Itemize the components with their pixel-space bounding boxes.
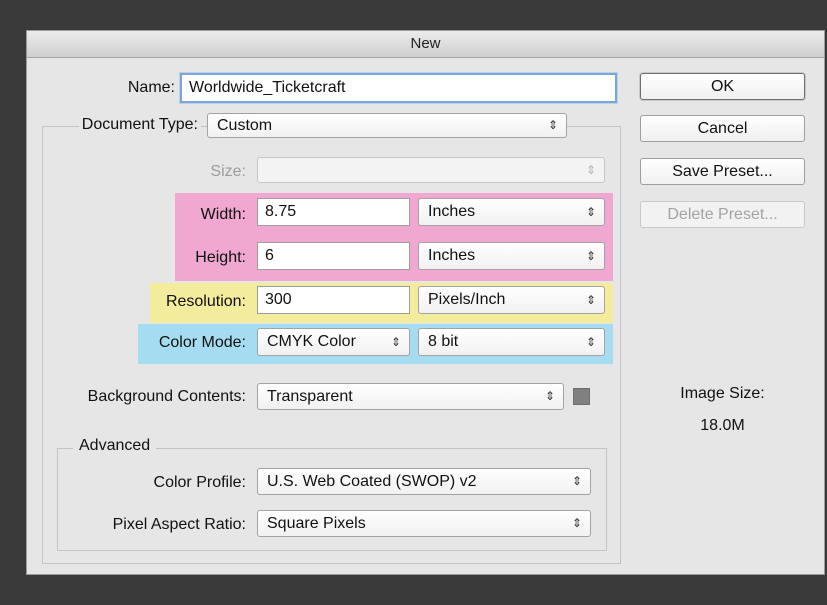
width-unit-value: Inches	[428, 203, 476, 220]
background-contents-label: Background Contents:	[87, 388, 246, 405]
save-preset-button[interactable]: Save Preset...	[640, 158, 805, 185]
resolution-input[interactable]: 300	[257, 286, 410, 314]
delete-preset-button: Delete Preset...	[640, 201, 805, 228]
dialog-title: New	[27, 31, 824, 58]
name-input[interactable]: Worldwide_Ticketcraft	[180, 73, 617, 103]
select-arrow-icon: ⇕	[571, 516, 582, 530]
select-arrow-icon: ⇕	[585, 249, 596, 263]
new-document-dialog: New Advanced Name: Worldwide_Ticketcraft…	[26, 30, 825, 575]
pixel-aspect-ratio-label: Pixel Aspect Ratio:	[112, 516, 246, 533]
select-arrow-icon: ⇕	[585, 293, 596, 307]
select-arrow-icon: ⇕	[547, 118, 558, 132]
height-input[interactable]: 6	[257, 242, 410, 270]
color-mode-value: CMYK Color	[267, 333, 356, 350]
resolution-unit-select[interactable]: Pixels/Inch ⇕	[418, 286, 605, 314]
bit-depth-value: 8 bit	[428, 333, 459, 350]
resolution-label: Resolution:	[165, 293, 246, 310]
background-contents-select[interactable]: Transparent ⇕	[257, 383, 564, 410]
bit-depth-select[interactable]: 8 bit ⇕	[418, 328, 605, 356]
pixel-aspect-ratio-value: Square Pixels	[267, 515, 366, 532]
color-mode-select[interactable]: CMYK Color ⇕	[257, 328, 410, 356]
color-mode-label: Color Mode:	[158, 334, 246, 351]
width-input[interactable]: 8.75	[257, 198, 410, 226]
select-arrow-icon: ⇕	[571, 474, 582, 488]
advanced-title: Advanced	[73, 437, 157, 455]
select-arrow-icon: ⇕	[585, 205, 596, 219]
document-type-value: Custom	[217, 117, 273, 134]
name-label: Name:	[127, 79, 175, 96]
width-label: Width:	[200, 206, 246, 223]
size-select: ⇕	[257, 157, 605, 183]
size-label: Size:	[210, 163, 246, 180]
height-unit-select[interactable]: Inches ⇕	[418, 242, 605, 270]
width-unit-select[interactable]: Inches ⇕	[418, 198, 605, 226]
image-size-value: 18.0M	[700, 417, 745, 434]
resolution-unit-value: Pixels/Inch	[428, 291, 506, 308]
background-color-swatch[interactable]	[573, 388, 590, 405]
select-arrow-icon: ⇕	[544, 389, 555, 403]
select-arrow-icon: ⇕	[390, 335, 401, 349]
background-contents-value: Transparent	[267, 388, 353, 405]
height-label: Height:	[195, 249, 246, 266]
select-arrow-icon: ⇕	[585, 335, 596, 349]
ok-button[interactable]: OK	[640, 73, 805, 100]
pixel-aspect-ratio-select[interactable]: Square Pixels ⇕	[257, 510, 591, 537]
image-size-label: Image Size:	[680, 385, 765, 402]
document-type-label: Document Type:	[78, 116, 201, 134]
cancel-button[interactable]: Cancel	[640, 115, 805, 142]
color-profile-label: Color Profile:	[153, 474, 246, 491]
document-type-select[interactable]: Custom ⇕	[207, 113, 567, 138]
height-unit-value: Inches	[428, 247, 476, 264]
color-profile-value: U.S. Web Coated (SWOP) v2	[267, 473, 477, 490]
color-profile-select[interactable]: U.S. Web Coated (SWOP) v2 ⇕	[257, 468, 591, 495]
select-arrow-icon: ⇕	[585, 163, 596, 177]
